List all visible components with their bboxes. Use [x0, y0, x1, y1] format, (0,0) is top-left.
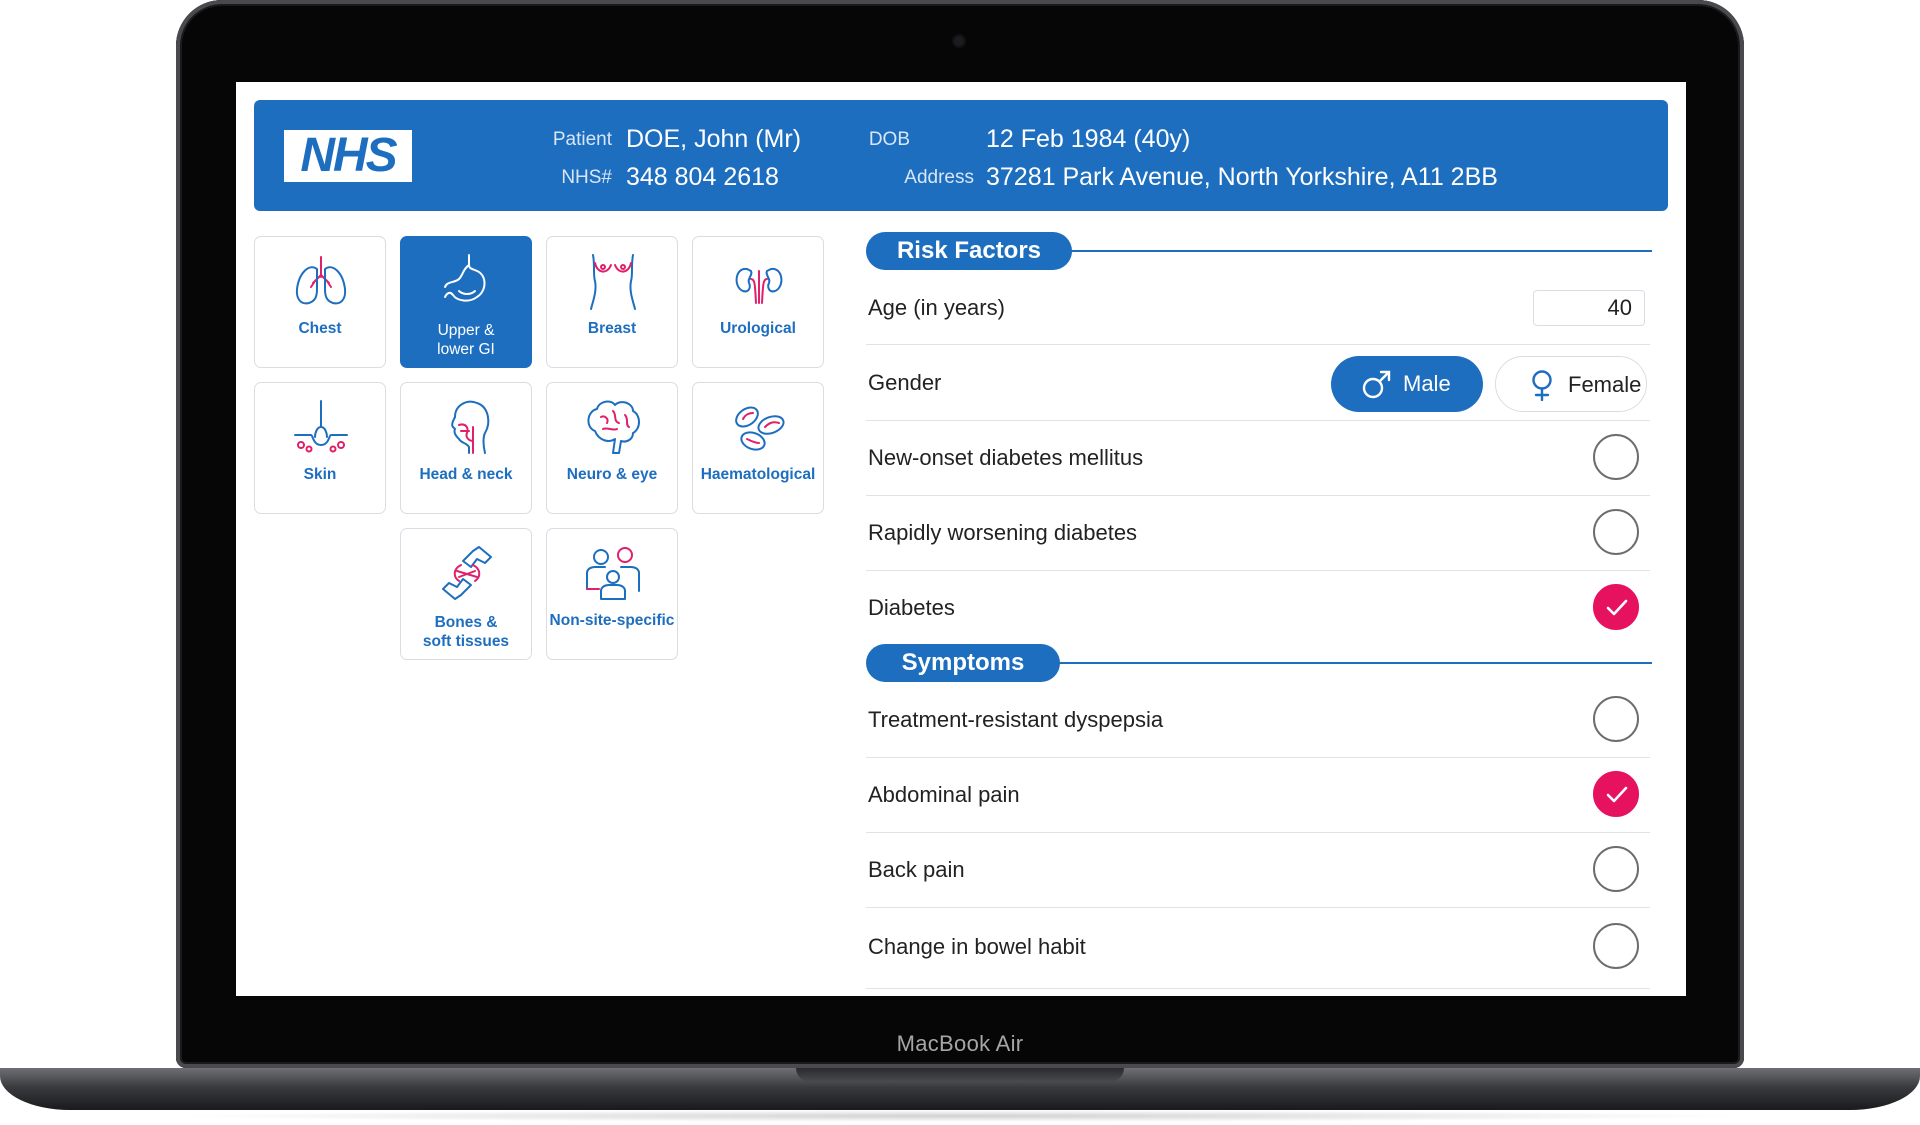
category-tile-upper-lower-gi[interactable]: Upper & lower GI: [400, 236, 532, 368]
category-tile-haematological[interactable]: Haematological: [692, 382, 824, 514]
kidneys-icon: [735, 267, 783, 304]
category-tile-chest[interactable]: Chest: [254, 236, 386, 368]
risk-item-checkbox-new-onset-diabetes[interactable]: [1593, 434, 1639, 480]
blood-cells-icon: [735, 406, 785, 451]
skin-hair-icon: [294, 400, 348, 453]
risk-item-checkbox-diabetes[interactable]: [1593, 584, 1639, 630]
gender-label: Gender: [868, 370, 942, 395]
camera: [954, 36, 964, 46]
stomach-icon: [444, 254, 486, 302]
laptop-notch: [796, 1068, 1124, 1082]
checkmark-icon: [1606, 786, 1628, 803]
row-divider: [866, 988, 1650, 989]
category-label: Upper & lower GI: [403, 321, 529, 359]
nhs-logo: NHS: [284, 130, 412, 182]
category-label: Chest: [298, 320, 342, 337]
gender-female-button[interactable]: Female: [1495, 356, 1647, 412]
category-label-line2: lower GI: [437, 341, 495, 358]
row-divider: [866, 907, 1650, 908]
breast-icon: [590, 254, 636, 310]
symptom-checkbox-back-pain[interactable]: [1593, 846, 1639, 892]
row-divider: [866, 832, 1650, 833]
device-model-label: MacBook Air: [896, 1031, 1024, 1056]
risk-item-label: New-onset diabetes mellitus: [868, 445, 1144, 470]
category-tile-head-neck[interactable]: Head & neck: [400, 382, 532, 514]
male-symbol-icon: [1362, 370, 1391, 399]
category-label: Skin: [303, 466, 337, 483]
age-input[interactable]: [1533, 290, 1645, 326]
risk-factors-heading: Risk Factors: [866, 232, 1072, 270]
category-tile-non-site-specific[interactable]: Non-site-specific: [546, 528, 678, 660]
address-value: 37281 Park Avenue, North Yorkshire, A11 …: [986, 163, 1498, 191]
category-tile-breast[interactable]: Breast: [546, 236, 678, 368]
symptom-checkbox-treatment-resistant-dyspepsia[interactable]: [1593, 696, 1639, 742]
risk-item-label: Rapidly worsening diabetes: [868, 520, 1138, 545]
patient-header: NHS Patient DOE, John (Mr) NHS# 348 804 …: [254, 100, 1668, 211]
row-divider: [866, 495, 1650, 496]
category-label: Breast: [587, 320, 637, 337]
gender-male-button[interactable]: Male: [1331, 356, 1483, 412]
category-tile-bones-soft-tissues[interactable]: Bones & soft tissues: [400, 528, 532, 660]
row-divider: [866, 757, 1650, 758]
bone-joint-icon: [442, 546, 492, 600]
category-label: Urological: [720, 320, 796, 337]
symptom-item-label: Abdominal pain: [868, 782, 1020, 807]
patient-label: Patient: [552, 129, 612, 150]
female-symbol-icon: [1532, 370, 1552, 401]
lungs-icon: [295, 256, 347, 305]
category-label-line1: Bones &: [434, 614, 498, 631]
category-label: Non-site-specific: [549, 612, 675, 629]
category-tile-urological[interactable]: Urological: [692, 236, 824, 368]
laptop-shadow: [170, 1110, 1750, 1122]
dob-value: 12 Feb 1984 (40y): [986, 125, 1191, 153]
category-label: Neuro & eye: [566, 466, 658, 483]
gender-female-label: Female: [1568, 372, 1642, 397]
nhs-number: 348 804 2618: [626, 163, 779, 191]
category-label-line2: soft tissues: [422, 633, 510, 650]
symptoms-heading: Symptoms: [866, 644, 1060, 682]
symptom-checkbox-change-in-bowel-habit[interactable]: [1593, 923, 1639, 969]
symptom-item-label: Treatment-resistant dyspepsia: [868, 707, 1164, 732]
dob-label: DOB: [868, 129, 910, 150]
symptom-item-label: Change in bowel habit: [868, 934, 1086, 959]
gender-male-label: Male: [1403, 371, 1451, 396]
brain-icon: [587, 400, 640, 454]
risk-item-checkbox-rapidly-worsening-diabetes[interactable]: [1593, 509, 1639, 555]
app-screen: NHS Patient DOE, John (Mr) NHS# 348 804 …: [236, 82, 1686, 996]
symptom-checkbox-abdominal-pain[interactable]: [1593, 771, 1639, 817]
category-label-line1: Upper &: [437, 322, 495, 339]
symptom-item-label: Back pain: [868, 857, 965, 882]
row-divider: [866, 570, 1650, 571]
category-label: Haematological: [700, 466, 816, 483]
nhs-number-label: NHS#: [561, 167, 612, 188]
checkmark-icon: [1606, 599, 1628, 616]
section-rule: [1070, 250, 1652, 252]
head-neck-icon: [451, 400, 490, 454]
patient-name: DOE, John (Mr): [626, 125, 802, 153]
address-label: Address: [904, 167, 974, 188]
category-tile-skin[interactable]: Skin: [254, 382, 386, 514]
section-rule: [1058, 662, 1652, 664]
row-divider: [866, 344, 1650, 345]
people-icon: [586, 547, 640, 600]
category-label: Bones & soft tissues: [403, 613, 529, 651]
risk-item-label: Diabetes: [868, 595, 955, 620]
row-divider: [866, 420, 1650, 421]
category-label: Head & neck: [419, 466, 513, 483]
age-label: Age (in years): [868, 295, 1005, 320]
category-tile-neuro-eye[interactable]: Neuro & eye: [546, 382, 678, 514]
